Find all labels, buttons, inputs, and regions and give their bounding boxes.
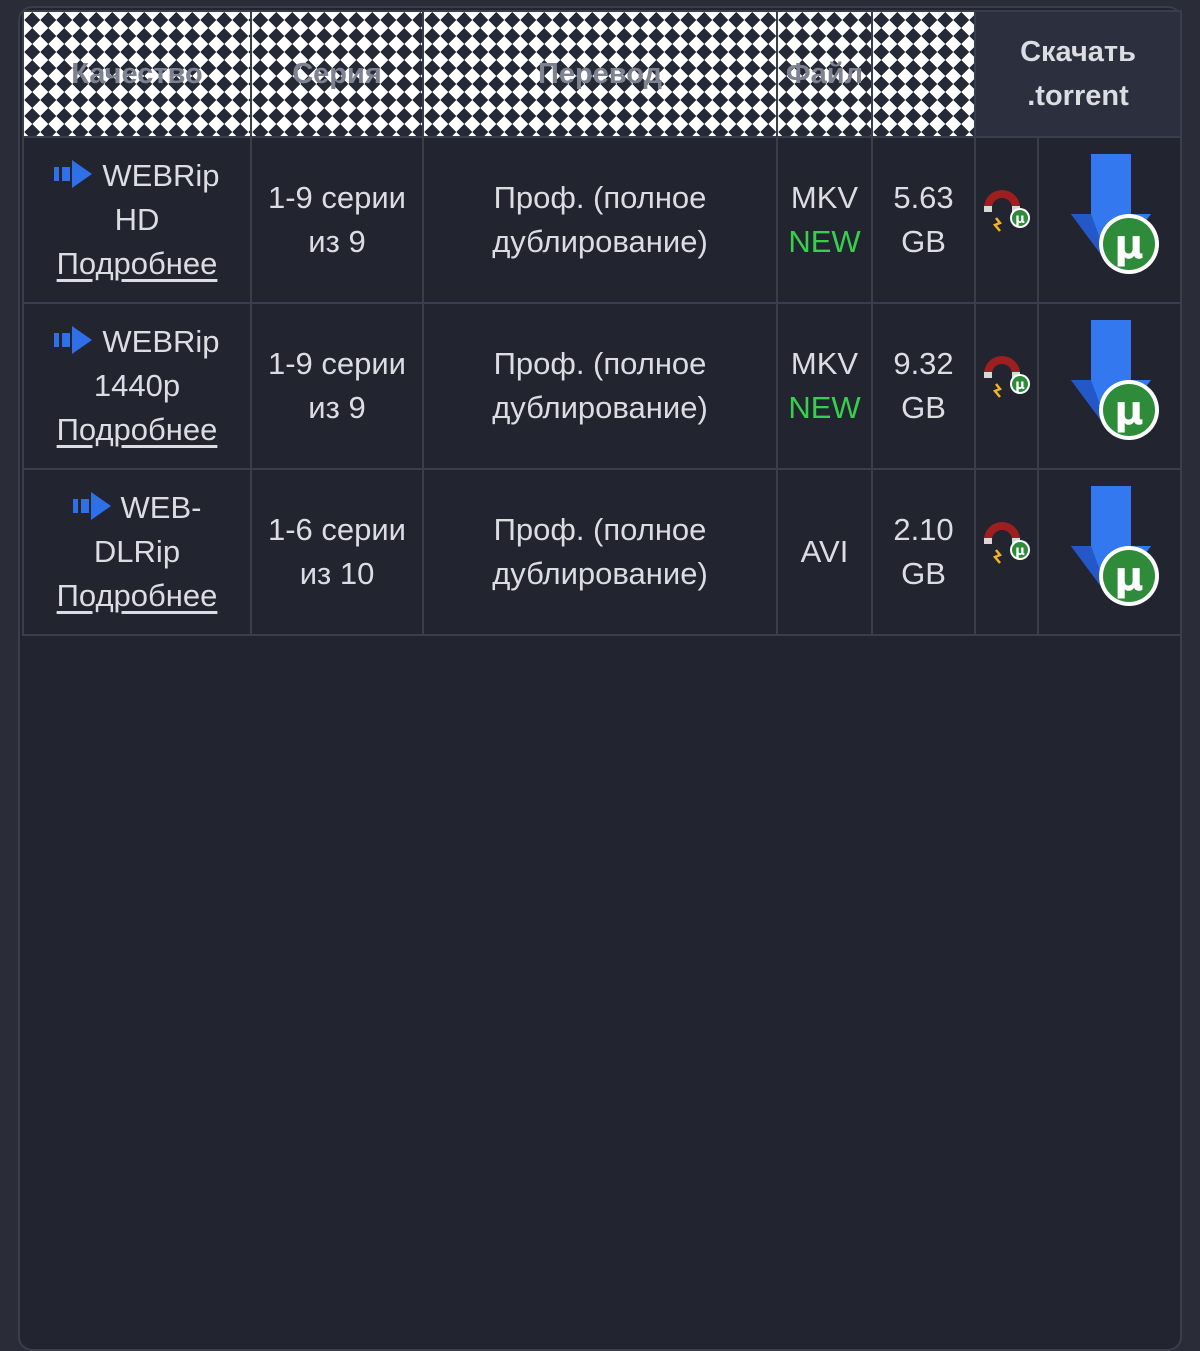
translation-line2: дублирование) — [492, 390, 708, 425]
series-range: 1-9 серии — [267, 180, 407, 215]
file-cell: MKV NEW — [776, 136, 873, 304]
quality-cell: WEBRip 1440p Подробнее — [22, 302, 252, 470]
size-cell: 9.32 GB — [871, 302, 976, 470]
download-torrent-icon[interactable]: µ — [1055, 152, 1165, 276]
size-value: 2.10 — [893, 512, 954, 547]
more-link[interactable]: Подробнее — [24, 242, 250, 286]
file-format: AVI — [800, 534, 849, 569]
header-size — [871, 10, 976, 138]
header-translation[interactable]: Перевод — [422, 10, 778, 138]
magnet-cell: µ — [974, 302, 1039, 470]
size-unit: GB — [901, 390, 946, 425]
header-download-line1: Скачать — [1020, 36, 1136, 68]
arrow-right-icon — [54, 160, 93, 188]
translation-cell: Проф. (полное дублирование) — [422, 302, 778, 470]
more-link[interactable]: Подробнее — [24, 574, 250, 618]
header-row: Качество Серия Перевод Файл Скачать .tor… — [22, 10, 1183, 138]
svg-text:µ: µ — [1015, 212, 1025, 227]
file-cell: MKV NEW — [776, 302, 873, 470]
file-cell: AVI — [776, 468, 873, 636]
size-cell: 5.63 GB — [871, 136, 976, 304]
svg-text:µ: µ — [1015, 378, 1025, 393]
table-row: WEBRip HD Подробнее 1-9 серии из 9 Проф.… — [22, 136, 1183, 304]
quality-cell: WEBRip HD Подробнее — [22, 136, 252, 304]
download-torrent-icon[interactable]: µ — [1055, 318, 1165, 442]
quality-name: WEBRip — [102, 158, 220, 193]
translation-cell: Проф. (полное дублирование) — [422, 136, 778, 304]
releases-table: Качество Серия Перевод Файл Скачать .tor… — [22, 10, 1183, 636]
quality-name: WEBRip — [102, 324, 220, 359]
download-cell: µ — [1036, 136, 1183, 304]
download-torrent-icon[interactable]: µ — [1055, 484, 1165, 608]
header-download[interactable]: Скачать .torrent — [973, 10, 1183, 138]
download-cell: µ — [1036, 468, 1183, 636]
magnet-cell: µ — [974, 468, 1039, 636]
size-value: 9.32 — [893, 346, 954, 381]
new-badge: NEW — [788, 390, 861, 425]
series-total: из 9 — [308, 224, 366, 259]
header-download-line2: .torrent — [1027, 80, 1129, 112]
series-range: 1-6 серии — [267, 512, 407, 547]
translation-line2: дублирование) — [492, 224, 708, 259]
size-cell: 2.10 GB — [871, 468, 976, 636]
translation-line1: Проф. (полное — [493, 512, 707, 547]
series-cell: 1-9 серии из 9 — [250, 136, 424, 304]
header-series[interactable]: Серия — [250, 10, 424, 138]
download-cell: µ — [1036, 302, 1183, 470]
magnet-utorrent-icon[interactable]: µ — [982, 190, 1032, 238]
header-file[interactable]: Файл — [776, 10, 873, 138]
size-unit: GB — [901, 224, 946, 259]
translation-line1: Проф. (полное — [493, 180, 707, 215]
quality-resolution: HD — [114, 202, 160, 237]
translation-line2: дублирование) — [492, 556, 708, 591]
svg-text:µ: µ — [1114, 388, 1143, 434]
series-cell: 1-9 серии из 9 — [250, 302, 424, 470]
series-cell: 1-6 серии из 10 — [250, 468, 424, 636]
header-quality[interactable]: Качество — [22, 10, 252, 138]
new-badge: NEW — [788, 224, 861, 259]
series-range: 1-9 серии — [267, 346, 407, 381]
translation-cell: Проф. (полное дублирование) — [422, 468, 778, 636]
quality-resolution: DLRip — [93, 534, 181, 569]
quality-name: WEB- — [120, 490, 202, 525]
series-total: из 9 — [308, 390, 366, 425]
series-total: из 10 — [299, 556, 375, 591]
file-format: MKV — [790, 346, 859, 381]
svg-text:µ: µ — [1114, 554, 1143, 600]
more-link[interactable]: Подробнее — [24, 408, 250, 452]
arrow-right-icon — [72, 492, 111, 520]
arrow-right-icon — [54, 326, 93, 354]
svg-text:µ: µ — [1015, 544, 1025, 559]
size-value: 5.63 — [893, 180, 954, 215]
quality-resolution: 1440p — [93, 368, 181, 403]
size-unit: GB — [901, 556, 946, 591]
file-format: MKV — [790, 180, 859, 215]
magnet-utorrent-icon[interactable]: µ — [982, 356, 1032, 404]
magnet-cell: µ — [974, 136, 1039, 304]
svg-text:µ: µ — [1114, 222, 1143, 268]
magnet-utorrent-icon[interactable]: µ — [982, 522, 1032, 570]
table-row: WEB- DLRip Подробнее 1-6 серии из 10 Про… — [22, 468, 1183, 636]
quality-cell: WEB- DLRip Подробнее — [22, 468, 252, 636]
translation-line1: Проф. (полное — [493, 346, 707, 381]
table-row: WEBRip 1440p Подробнее 1-9 серии из 9 Пр… — [22, 302, 1183, 470]
